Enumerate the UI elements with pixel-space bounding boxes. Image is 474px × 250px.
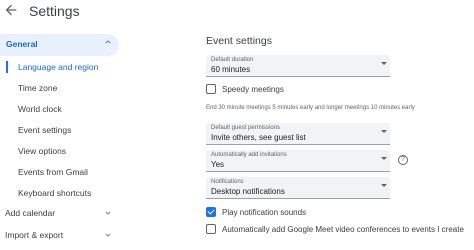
guest-permissions-label: Default guest permissions (211, 125, 281, 131)
dropdown-arrow-icon (381, 184, 387, 187)
chevron-up-icon (103, 37, 113, 51)
sidebar-item-view-options[interactable]: View options (18, 146, 66, 156)
add-invitations-label: Automatically add invitations (211, 152, 287, 158)
google-meet-label[interactable]: Automatically add Google Meet video conf… (222, 225, 464, 234)
sidebar-item-world-clock[interactable]: World clock (18, 104, 62, 114)
default-duration-value: 60 minutes (211, 65, 251, 74)
page-title: Settings (29, 3, 80, 19)
sidebar-item-keyboard-shortcuts[interactable]: Keyboard shortcuts (18, 188, 91, 198)
play-sounds-label[interactable]: Play notification sounds (222, 208, 306, 217)
notifications-label: Notifications (211, 179, 244, 185)
guest-permissions-value: Invite others, see guest list (211, 133, 306, 142)
default-duration-label: Default duration (211, 57, 254, 63)
dropdown-arrow-icon (381, 157, 387, 160)
sidebar-item-events-from-gmail[interactable]: Events from Gmail (18, 167, 88, 177)
sidebar-item-language-region[interactable]: Language and region (18, 62, 98, 72)
speedy-meetings-checkbox[interactable] (206, 84, 216, 94)
speedy-meetings-label[interactable]: Speedy meetings (222, 85, 284, 94)
add-calendar-label: Add calendar (5, 208, 56, 218)
back-arrow-icon[interactable] (3, 2, 21, 20)
sidebar-item-event-settings[interactable]: Event settings (18, 125, 71, 135)
section-title: Event settings (206, 35, 272, 47)
speedy-meetings-note: End 30 minute meetings 5 minutes early a… (206, 105, 415, 111)
add-invitations-value: Yes (211, 160, 225, 169)
dropdown-arrow-icon (381, 62, 387, 65)
play-sounds-checkbox[interactable] (206, 207, 216, 217)
notifications-select[interactable]: Notifications Desktop notifications (206, 177, 390, 199)
google-meet-checkbox[interactable] (206, 224, 216, 234)
chevron-down-icon (103, 230, 113, 242)
sidebar-add-calendar[interactable]: Add calendar (5, 208, 111, 218)
sidebar-general-label: General (6, 39, 38, 49)
import-export-label: Import & export (5, 230, 64, 240)
guest-permissions-select[interactable]: Default guest permissions Invite others,… (206, 123, 390, 145)
active-indicator (6, 61, 8, 73)
sidebar-import-export[interactable]: Import & export (5, 230, 111, 240)
sidebar-item-time-zone[interactable]: Time zone (18, 83, 57, 93)
add-invitations-select[interactable]: Automatically add invitations Yes (206, 150, 390, 172)
notifications-value: Desktop notifications (211, 187, 285, 196)
help-icon[interactable]: ? (398, 155, 408, 165)
dropdown-arrow-icon (381, 130, 387, 133)
default-duration-select[interactable]: Default duration 60 minutes (206, 55, 390, 77)
sidebar-general[interactable]: General (0, 34, 119, 56)
chevron-down-icon (103, 208, 113, 220)
